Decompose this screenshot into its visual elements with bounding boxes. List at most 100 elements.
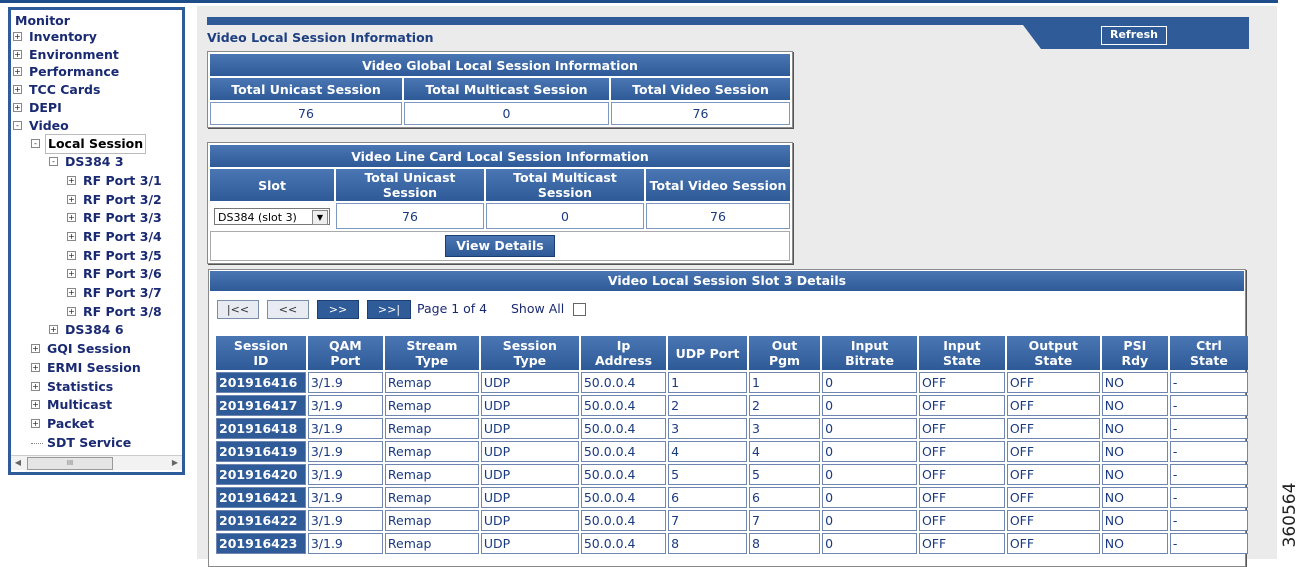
tree-item-gqi-session[interactable]: + GQI Session xyxy=(31,340,133,358)
table-cell: OFF xyxy=(1006,464,1100,485)
tree-item-multicast[interactable]: + Multicast xyxy=(31,396,114,414)
expand-icon[interactable]: + xyxy=(31,400,40,409)
expand-icon[interactable]: + xyxy=(67,288,76,297)
expand-icon[interactable]: + xyxy=(31,382,40,391)
table-row[interactable]: 201916417 3/1.9 Remap UDP 50.0.0.4 2 2 0 OFF OFF N… xyxy=(216,395,1248,416)
table-cell: NO xyxy=(1101,418,1168,439)
tree-item-rf-port-3-5[interactable]: + RF Port 3/5 xyxy=(67,247,164,265)
expand-icon[interactable]: + xyxy=(67,176,76,185)
session-id-cell[interactable]: 201916421 xyxy=(216,487,306,508)
collapse-icon[interactable]: - xyxy=(31,139,40,148)
table-row[interactable]: 201916421 3/1.9 Remap UDP 50.0.0.4 6 6 0 OFF OFF N… xyxy=(216,487,1248,508)
expand-icon[interactable]: + xyxy=(13,67,22,76)
prev-page-button[interactable]: << xyxy=(267,300,309,319)
tree-item-sdt-service[interactable]: SDT Service xyxy=(31,434,133,452)
linecard-col-video: Total Video Session xyxy=(646,169,790,201)
tree-item-rf-port-3-1[interactable]: + RF Port 3/1 xyxy=(67,172,164,190)
scroll-left-icon[interactable]: ◀ xyxy=(11,456,25,470)
column-header-line1: Ip xyxy=(616,338,631,353)
session-id-cell[interactable]: 201916419 xyxy=(216,441,306,462)
scroll-thumb[interactable]: III xyxy=(27,457,113,470)
expand-icon[interactable]: + xyxy=(13,85,22,94)
expand-icon[interactable]: + xyxy=(31,344,40,353)
global-col-video: Total Video Session xyxy=(611,78,790,100)
expand-icon[interactable]: + xyxy=(13,50,22,59)
expand-icon[interactable]: + xyxy=(67,213,76,222)
first-page-button[interactable]: |<< xyxy=(217,300,259,319)
tree-item-ermi-session[interactable]: + ERMI Session xyxy=(31,359,143,377)
tree-item-ds384-3[interactable]: - DS384 3 xyxy=(49,153,126,171)
tree-item-video[interactable]: - Video xyxy=(13,117,71,135)
table-cell: Remap xyxy=(384,487,479,508)
next-page-button[interactable]: >> xyxy=(317,300,359,319)
table-cell: 50.0.0.4 xyxy=(580,533,667,554)
view-details-button[interactable]: View Details xyxy=(445,235,555,257)
tree-item-depi[interactable]: + DEPI xyxy=(13,99,64,117)
expand-icon[interactable]: + xyxy=(67,307,76,316)
tree-leaf-connector-icon xyxy=(31,443,43,444)
tree-item-ds384-6[interactable]: + DS384 6 xyxy=(49,321,126,339)
collapse-icon[interactable]: - xyxy=(13,121,22,130)
tree-item-rf-port-3-2[interactable]: + RF Port 3/2 xyxy=(67,191,164,209)
table-row[interactable]: 201916416 3/1.9 Remap UDP 50.0.0.4 1 1 0 OFF OFF N… xyxy=(216,372,1248,393)
table-cell: 0 xyxy=(822,464,917,485)
column-header-line2: State xyxy=(1189,353,1228,368)
table-row[interactable]: 201916419 3/1.9 Remap UDP 50.0.0.4 4 4 0 OFF OFF N… xyxy=(216,441,1248,462)
collapse-icon[interactable]: - xyxy=(49,157,58,166)
session-id-cell[interactable]: 201916420 xyxy=(216,464,306,485)
expand-icon[interactable]: + xyxy=(31,419,40,428)
table-cell: 4 xyxy=(668,441,747,462)
linecard-col-slot: Slot xyxy=(210,169,334,201)
scroll-right-icon[interactable]: ▶ xyxy=(168,456,182,470)
tree-item-label: Video xyxy=(29,118,69,133)
show-all-checkbox[interactable] xyxy=(573,303,586,316)
table-cell: - xyxy=(1169,464,1248,485)
refresh-button[interactable]: Refresh xyxy=(1101,26,1167,45)
global-panel-title: Video Global Local Session Information xyxy=(210,54,790,76)
global-session-panel: Video Global Local Session Information T… xyxy=(207,51,793,128)
table-cell: 8 xyxy=(668,533,747,554)
expand-icon[interactable]: + xyxy=(49,325,58,334)
top-border xyxy=(0,0,1278,3)
table-cell: 0 xyxy=(822,533,917,554)
expand-icon[interactable]: + xyxy=(13,32,22,41)
session-id-cell[interactable]: 201916416 xyxy=(216,372,306,393)
tree-item-rf-port-3-7[interactable]: + RF Port 3/7 xyxy=(67,284,164,302)
table-cell: 0 xyxy=(822,487,917,508)
table-row[interactable]: 201916423 3/1.9 Remap UDP 50.0.0.4 8 8 0 OFF OFF N… xyxy=(216,533,1248,554)
session-id-cell[interactable]: 201916418 xyxy=(216,418,306,439)
tree-item-rf-port-3-4[interactable]: + RF Port 3/4 xyxy=(67,228,164,246)
tree-item-label: TCC Cards xyxy=(29,82,101,97)
last-page-button[interactable]: >>| xyxy=(367,300,411,319)
tree-item-environment[interactable]: + Environment xyxy=(13,46,121,64)
tree-item-rf-port-3-3[interactable]: + RF Port 3/3 xyxy=(67,209,164,227)
tree-item-local-session[interactable]: - Local Session xyxy=(31,134,147,154)
tree-item-performance[interactable]: + Performance xyxy=(13,63,121,81)
table-row[interactable]: 201916420 3/1.9 Remap UDP 50.0.0.4 5 5 0 OFF OFF N… xyxy=(216,464,1248,485)
expand-icon[interactable]: + xyxy=(67,251,76,260)
tree-item-rf-port-3-8[interactable]: + RF Port 3/8 xyxy=(67,303,164,321)
table-cell: 4 xyxy=(749,441,821,462)
chevron-down-icon[interactable]: ▼ xyxy=(312,209,328,225)
expand-icon[interactable]: + xyxy=(67,269,76,278)
tree-item-label: Packet xyxy=(47,416,95,431)
expand-icon[interactable]: + xyxy=(67,232,76,241)
tree-item-packet[interactable]: + Packet xyxy=(31,415,96,433)
tree-item-label: Performance xyxy=(29,64,120,79)
linecard-col-unicast: Total Unicast Session xyxy=(336,169,484,201)
tree-item-rf-port-3-6[interactable]: + RF Port 3/6 xyxy=(67,265,164,283)
expand-icon[interactable]: + xyxy=(31,363,40,372)
session-id-cell[interactable]: 201916423 xyxy=(216,533,306,554)
column-header-line1: Ctrl xyxy=(1196,338,1222,353)
table-row[interactable]: 201916422 3/1.9 Remap UDP 50.0.0.4 7 7 0 OFF OFF N… xyxy=(216,510,1248,531)
session-id-cell[interactable]: 201916417 xyxy=(216,395,306,416)
tree-item-statistics[interactable]: + Statistics xyxy=(31,378,115,396)
expand-icon[interactable]: + xyxy=(13,103,22,112)
tree-horizontal-scrollbar[interactable]: ◀ III ▶ xyxy=(11,455,182,470)
table-row[interactable]: 201916418 3/1.9 Remap UDP 50.0.0.4 3 3 0 OFF OFF N… xyxy=(216,418,1248,439)
expand-icon[interactable]: + xyxy=(67,195,76,204)
session-id-cell[interactable]: 201916422 xyxy=(216,510,306,531)
tree-item-tcc-cards[interactable]: + TCC Cards xyxy=(13,81,102,99)
slot-select[interactable]: DS384 (slot 3) ▼ xyxy=(214,207,330,225)
tree-item-inventory[interactable]: + Inventory xyxy=(13,28,99,46)
